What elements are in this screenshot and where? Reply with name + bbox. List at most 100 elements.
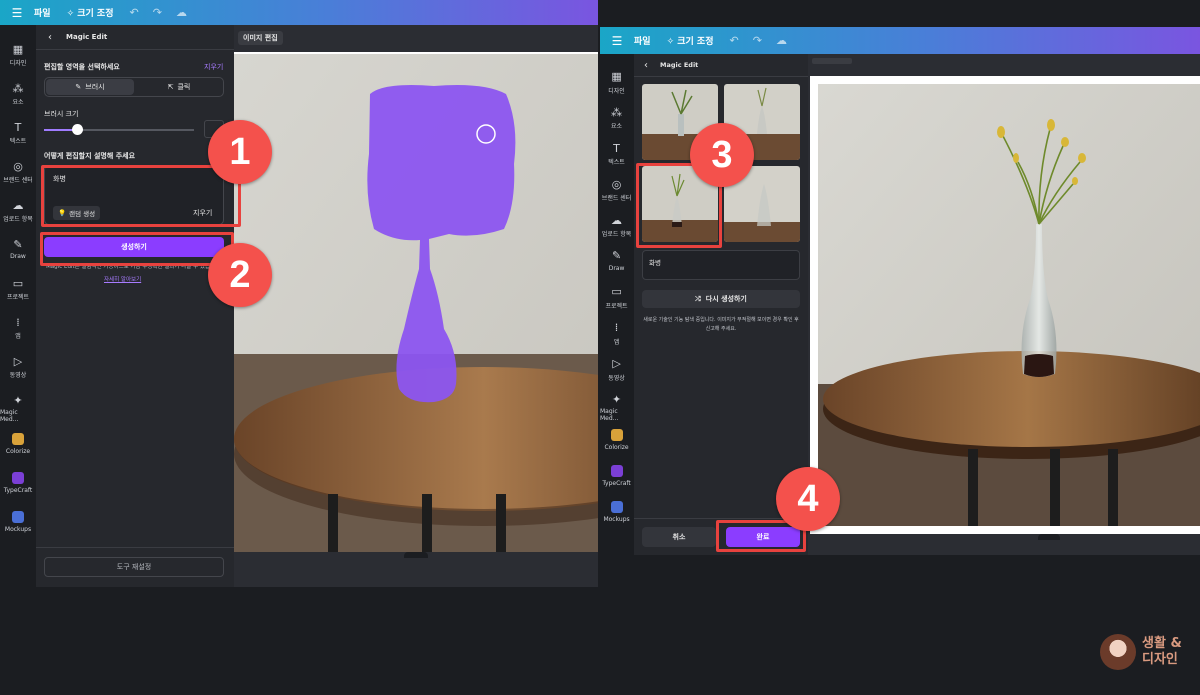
- rail-icon: ☁: [12, 198, 24, 212]
- rail-item-요소[interactable]: ⁂ 요소: [0, 82, 36, 107]
- pen-icon: ✎: [75, 83, 82, 91]
- rail-item-colorize[interactable]: Colorize: [0, 433, 36, 455]
- rail-icon: ⁞: [614, 321, 619, 335]
- rail-icon: ◎: [611, 177, 622, 191]
- clear-selection-link[interactable]: 지우기: [204, 62, 223, 72]
- cloud-save-icon[interactable]: ☁: [176, 6, 187, 19]
- rail-item-동영상[interactable]: ▷ 동영상: [600, 357, 633, 382]
- rail-item-typecraft[interactable]: TypeCraft: [600, 465, 633, 487]
- brush-size-slider[interactable]: [44, 124, 194, 135]
- rail-icon: ✎: [13, 237, 23, 251]
- rail-label: Mockups: [4, 526, 32, 533]
- prompt-field[interactable]: 화병: [642, 250, 800, 280]
- left-canvas-area: 이미지 편집: [234, 25, 598, 587]
- select-area-heading: 편집할 영역을 선택하세요: [44, 63, 120, 71]
- back-icon[interactable]: ‹: [48, 32, 52, 43]
- rail-item-앱[interactable]: ⁞ 앱: [0, 316, 36, 341]
- rail-item-디자인[interactable]: ▦ 디자인: [600, 70, 633, 95]
- rail-label: 디자인: [608, 87, 625, 95]
- canvas-tab[interactable]: [812, 58, 852, 64]
- rail-label: Colorize: [604, 444, 629, 452]
- regenerate-button[interactable]: ⤮ 다시 생성하기: [642, 290, 800, 308]
- left-topbar: ☰ 파일 ✧ 크기 조정 ↶ ↷ ☁: [0, 0, 598, 25]
- file-menu[interactable]: 파일: [34, 6, 51, 19]
- expand-handle[interactable]: [1038, 534, 1060, 540]
- rail-label: 요소: [611, 123, 623, 131]
- rail-icon: ▷: [13, 354, 23, 368]
- rail-icon: ▷: [612, 357, 621, 371]
- rail-icon: T: [14, 120, 22, 134]
- right-side-rail: ▦ 디자인 ⁂ 요소 T 텍스트 ◎ 브랜드 센터 ☁ 업로드 항목 ✎ Draw ▭ 프로젝트 ⁞ 앱 ▷ 동영…: [600, 54, 634, 555]
- cloud-save-icon[interactable]: ☁: [776, 34, 787, 47]
- rail-label: Magic Med...: [0, 409, 19, 423]
- app-icon: [12, 511, 24, 523]
- menu-icon[interactable]: ☰: [600, 34, 634, 48]
- rail-item-동영상[interactable]: ▷ 동영상: [0, 354, 36, 380]
- rail-item-draw[interactable]: ✎ Draw: [0, 237, 36, 261]
- resize-button[interactable]: ✧ 크기 조정: [667, 34, 714, 47]
- rail-item-요소[interactable]: ⁂ 요소: [600, 106, 633, 131]
- rail-item-업로드-항목[interactable]: ☁ 업로드 항목: [0, 198, 36, 224]
- rail-item-magic-med-[interactable]: ✦ Magic Med...: [0, 394, 36, 424]
- rail-icon: ▭: [611, 285, 622, 299]
- app-icon: [610, 501, 623, 514]
- resize-button[interactable]: ✧ 크기 조정: [67, 6, 114, 19]
- undo-icon[interactable]: ↶: [130, 6, 139, 19]
- rail-item-텍스트[interactable]: T 텍스트: [600, 142, 633, 167]
- rail-label: 브랜드 센터: [601, 195, 632, 203]
- result-image[interactable]: [818, 84, 1200, 526]
- watermark-line-1: 생활 &: [1142, 636, 1182, 651]
- app-icon: [12, 433, 24, 445]
- menu-icon[interactable]: ☰: [0, 6, 34, 20]
- back-icon[interactable]: ‹: [644, 60, 648, 71]
- learn-more-link[interactable]: 자세히 알아보기: [104, 275, 141, 283]
- rail-label: 동영상: [9, 372, 27, 379]
- left-edit-image[interactable]: [234, 52, 598, 552]
- rail-item-브랜드-센터[interactable]: ◎ 브랜드 센터: [0, 160, 36, 185]
- right-topbar: ☰ 파일 ✧ 크기 조정 ↶ ↷ ☁: [600, 27, 1200, 54]
- tool-reset-button[interactable]: 도구 재설정: [44, 557, 224, 577]
- divider: [634, 76, 808, 77]
- watermark-line-2: 디자인: [1142, 652, 1178, 667]
- rail-label: Draw: [608, 264, 625, 272]
- shuffle-icon: ⤮: [695, 294, 701, 303]
- rail-item-typecraft[interactable]: TypeCraft: [0, 472, 36, 494]
- brush-size-knob[interactable]: [72, 124, 83, 135]
- redo-icon[interactable]: ↷: [153, 6, 162, 19]
- rail-label: Draw: [10, 253, 26, 260]
- expand-handle[interactable]: [404, 552, 428, 558]
- redo-icon[interactable]: ↷: [753, 34, 762, 47]
- left-side-rail: ▦ 디자인 ⁂ 요소 T 텍스트 ◎ 브랜드 센터 ☁ 업로드 항목 ✎ Draw ▭ 프로젝트 ⁞ 앱 ▷ 동영…: [0, 25, 36, 587]
- tab-brush[interactable]: ✎ 브러시: [46, 79, 134, 95]
- rail-label: 동영상: [608, 374, 625, 382]
- rail-label: Magic Med...: [600, 408, 619, 423]
- rail-item-mockups[interactable]: Mockups: [600, 501, 633, 523]
- rail-item-디자인[interactable]: ▦ 디자인: [0, 43, 36, 68]
- highlight-prompt-box: [41, 165, 241, 227]
- rail-item-colorize[interactable]: Colorize: [600, 429, 633, 451]
- callout-1: 1: [208, 120, 272, 184]
- rail-item-업로드-항목[interactable]: ☁ 업로드 항목: [600, 214, 633, 239]
- right-canvas-area: [808, 54, 1200, 555]
- rail-label: 업로드 항목: [3, 216, 33, 223]
- callout-2: 2: [208, 243, 272, 307]
- rail-label: 브랜드 센터: [3, 177, 33, 184]
- watermark-text: 생활 & 디자인: [1142, 636, 1182, 668]
- rail-item-mockups[interactable]: Mockups: [0, 511, 36, 533]
- rail-icon: ✦: [611, 392, 622, 406]
- undo-icon[interactable]: ↶: [730, 34, 739, 47]
- cancel-button[interactable]: 취소: [642, 527, 716, 547]
- rail-item-텍스트[interactable]: T 텍스트: [0, 120, 36, 146]
- rail-item-프로젝트[interactable]: ▭ 프로젝트: [0, 277, 36, 302]
- tab-click[interactable]: ⇱ 클릭: [135, 79, 223, 95]
- brush-mask: [367, 85, 516, 403]
- canvas-tab-image-edit[interactable]: 이미지 편집: [238, 31, 283, 45]
- rail-item-앱[interactable]: ⁞ 앱: [600, 321, 633, 346]
- rail-label: 요소: [12, 99, 24, 106]
- rail-item-magic-med-[interactable]: ✦ Magic Med...: [600, 392, 633, 423]
- file-menu[interactable]: 파일: [634, 34, 651, 47]
- rail-item-프로젝트[interactable]: ▭ 프로젝트: [600, 285, 633, 310]
- divider: [36, 49, 234, 50]
- rail-item-draw[interactable]: ✎ Draw: [600, 249, 633, 272]
- rail-item-브랜드-센터[interactable]: ◎ 브랜드 센터: [600, 177, 633, 203]
